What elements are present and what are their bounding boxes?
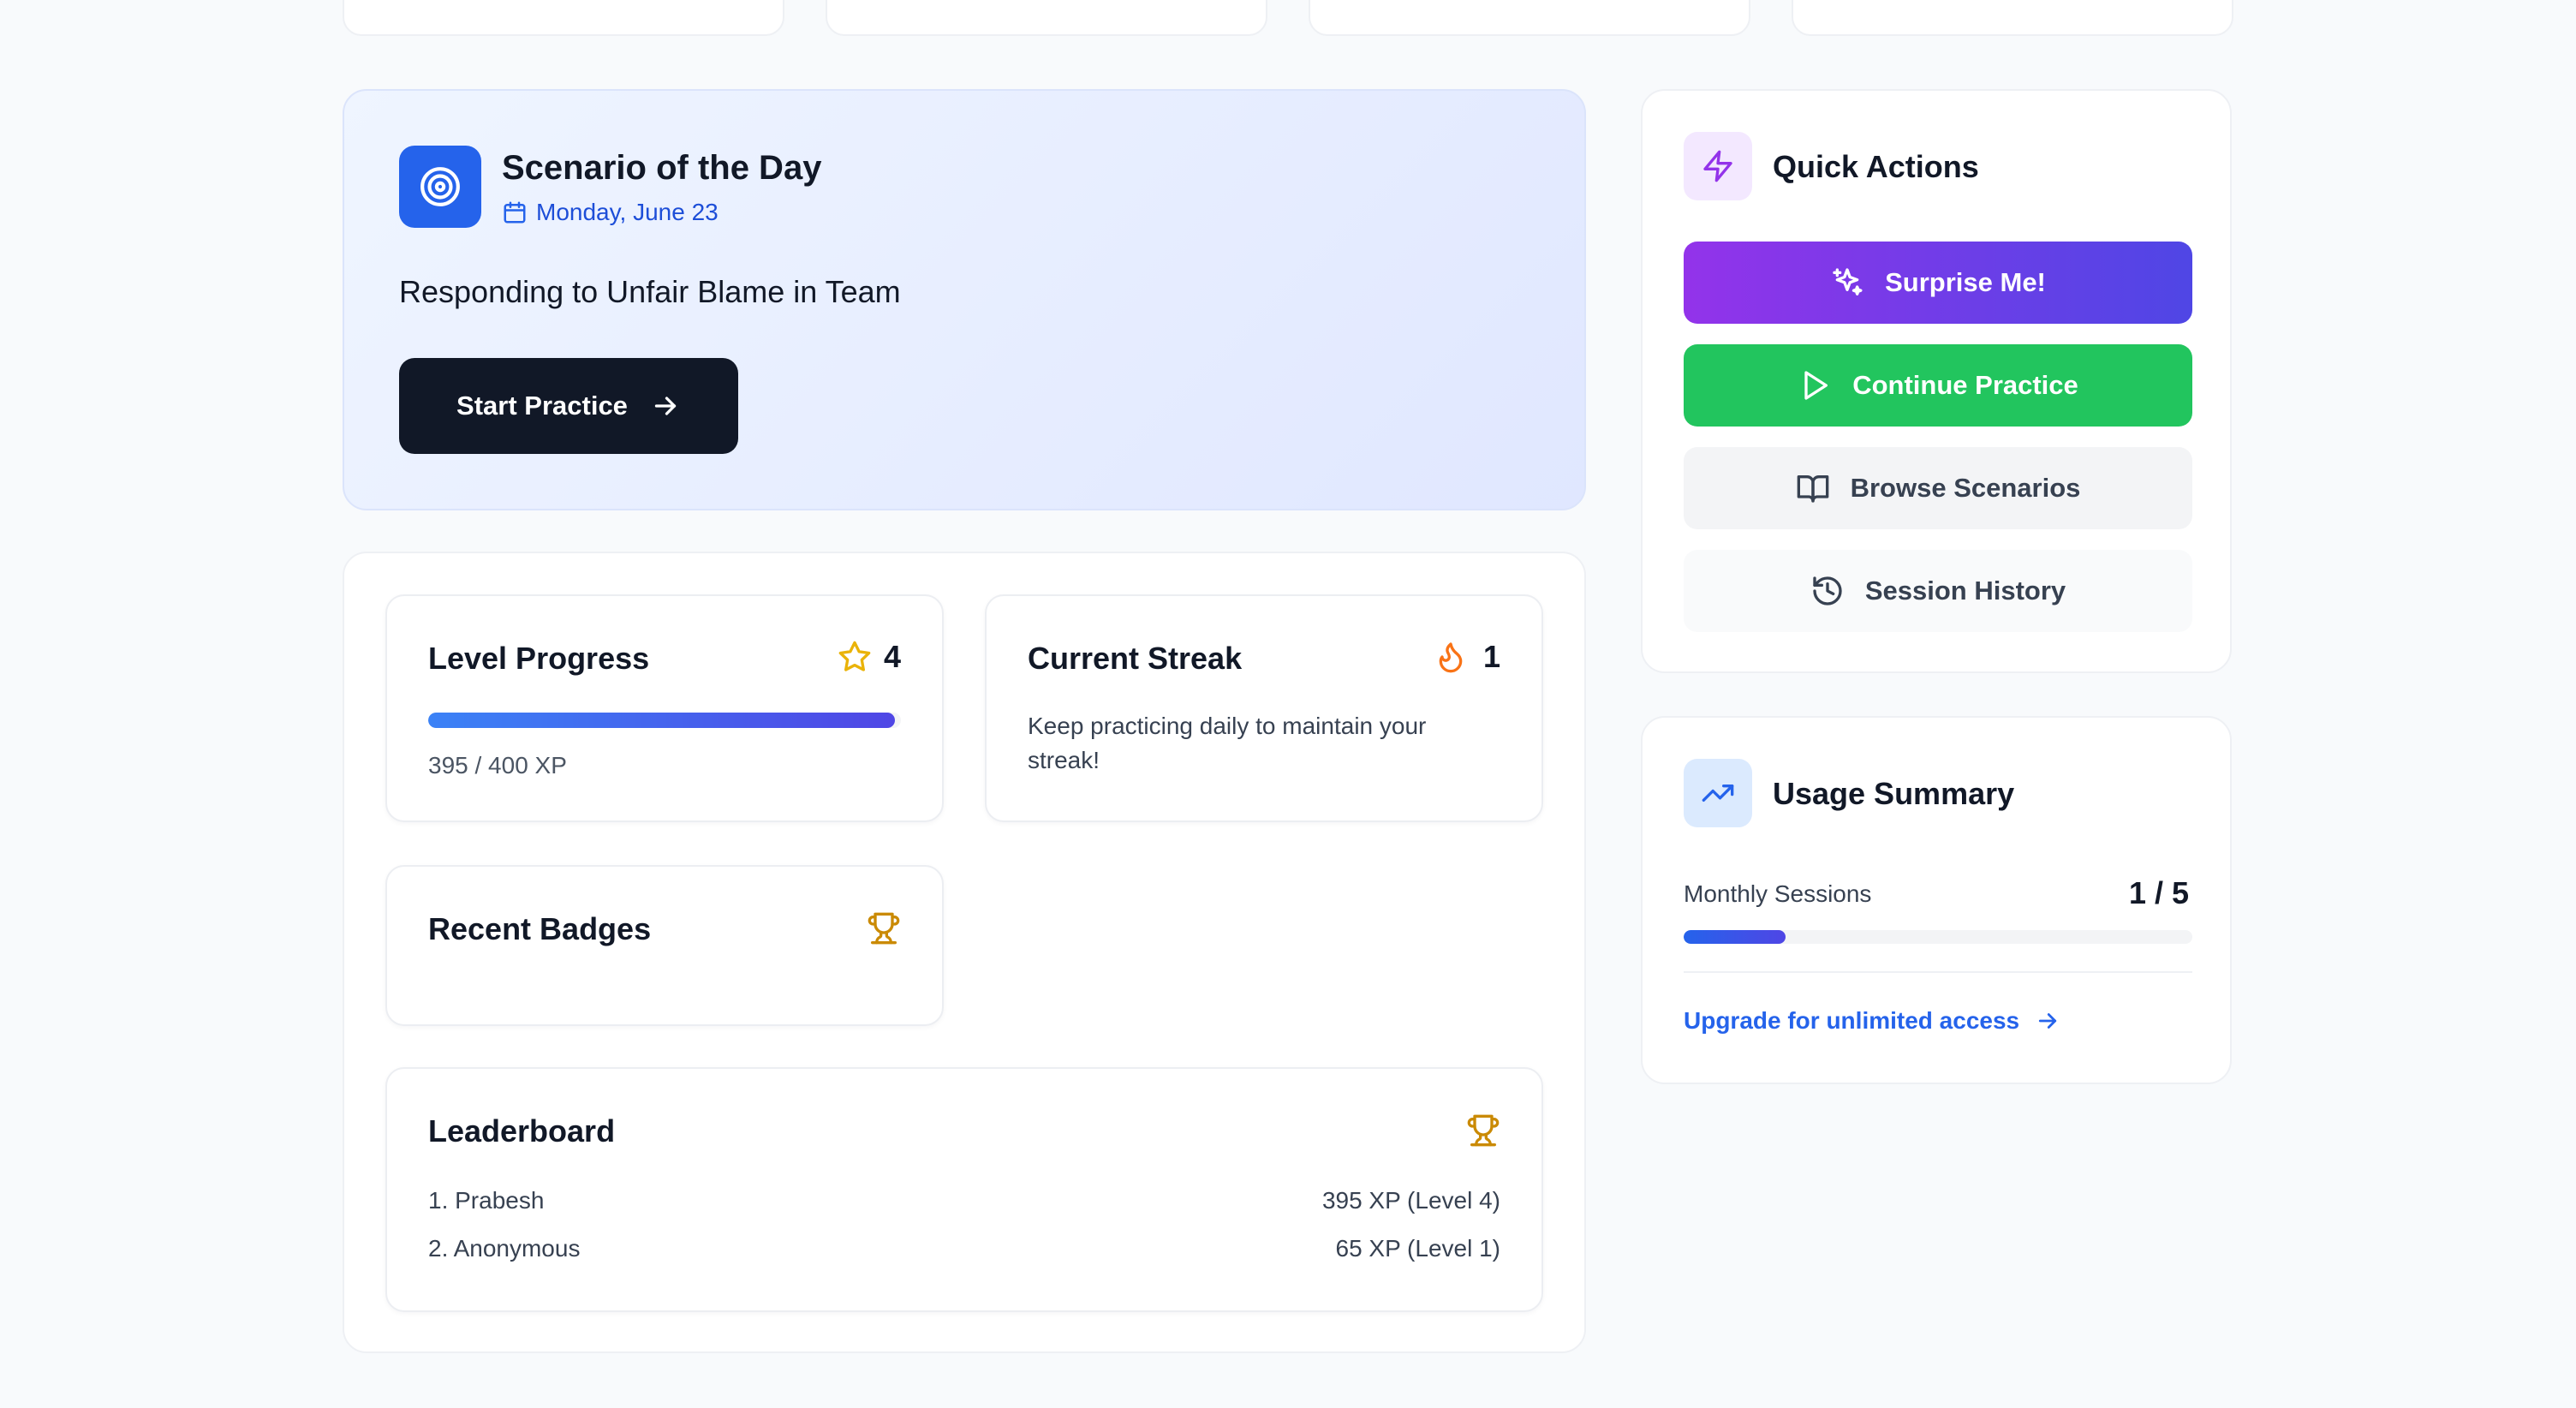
streak-count: 1 bbox=[1482, 639, 1500, 674]
top-card-4 bbox=[1792, 0, 2233, 36]
scenario-date-row: Monday, June 23 bbox=[502, 199, 719, 226]
level-progress-fill bbox=[428, 713, 896, 728]
leaderboard-row-score: 65 XP (Level 1) bbox=[1335, 1235, 1501, 1262]
usage-divider bbox=[1684, 971, 2192, 973]
trending-up-icon bbox=[1701, 776, 1735, 810]
scenario-date: Monday, June 23 bbox=[536, 199, 719, 225]
browse-scenarios-label: Browse Scenarios bbox=[1850, 473, 2081, 503]
recent-badges-card: Recent Badges bbox=[385, 865, 944, 1026]
upgrade-link[interactable]: Upgrade for unlimited access bbox=[1684, 1007, 2060, 1035]
leaderboard-row-name: 1. Prabesh bbox=[428, 1187, 545, 1214]
surprise-me-label: Surprise Me! bbox=[1885, 267, 2046, 297]
usage-summary-title: Usage Summary bbox=[1773, 776, 2015, 811]
leaderboard-title: Leaderboard bbox=[428, 1113, 616, 1148]
level-progress-card: Level Progress 4 395 / 400 XP bbox=[385, 594, 944, 822]
start-practice-label: Start Practice bbox=[456, 391, 628, 421]
play-icon bbox=[1798, 368, 1832, 403]
scenario-name: Responding to Unfair Blame in Team bbox=[399, 274, 901, 309]
current-streak-card: Current Streak 1 Keep practicing daily t… bbox=[985, 594, 1543, 822]
top-card-1 bbox=[343, 0, 784, 36]
top-card-3 bbox=[1309, 0, 1750, 36]
browse-scenarios-button[interactable]: Browse Scenarios bbox=[1684, 447, 2192, 529]
scenario-title: Scenario of the Day bbox=[502, 149, 822, 187]
monthly-sessions-value: 1 / 5 bbox=[2128, 875, 2189, 910]
calendar-icon bbox=[502, 200, 528, 225]
level-xp-text: 395 / 400 XP bbox=[428, 752, 567, 779]
leaderboard-row-score: 395 XP (Level 4) bbox=[1321, 1187, 1500, 1214]
streak-indicator: 1 bbox=[1434, 639, 1500, 675]
recent-badges-title: Recent Badges bbox=[428, 911, 652, 946]
current-streak-title: Current Streak bbox=[1028, 641, 1243, 676]
level-progress-title: Level Progress bbox=[428, 641, 650, 676]
arrow-right-icon bbox=[650, 391, 681, 421]
usage-summary-card: Usage Summary Monthly Sessions 1 / 5 Upg… bbox=[1641, 716, 2232, 1084]
arrow-right-icon bbox=[2035, 1008, 2060, 1034]
trophy-icon bbox=[1466, 1113, 1500, 1148]
sparkles-icon bbox=[1830, 265, 1864, 300]
target-icon bbox=[399, 146, 481, 228]
leaderboard-card: Leaderboard 1. Prabesh 395 XP (Level 4) … bbox=[385, 1067, 1543, 1312]
top-card-2 bbox=[826, 0, 1267, 36]
level-indicator: 4 bbox=[838, 639, 901, 675]
level-progress-track bbox=[428, 713, 901, 728]
monthly-sessions-label: Monthly Sessions bbox=[1684, 880, 1872, 907]
monthly-sessions-track bbox=[1684, 930, 2192, 944]
stats-container: Level Progress 4 395 / 400 XP Current St… bbox=[343, 552, 1586, 1353]
surprise-me-button[interactable]: Surprise Me! bbox=[1684, 242, 2192, 324]
continue-practice-label: Continue Practice bbox=[1852, 370, 2078, 400]
monthly-sessions-fill bbox=[1684, 930, 1786, 944]
history-icon bbox=[1810, 574, 1845, 608]
lightning-icon bbox=[1701, 149, 1735, 183]
start-practice-button[interactable]: Start Practice bbox=[399, 358, 738, 454]
usage-summary-icon-tile bbox=[1684, 759, 1752, 827]
quick-actions-title: Quick Actions bbox=[1773, 149, 1979, 184]
session-history-label: Session History bbox=[1864, 576, 2066, 606]
quick-actions-icon-tile bbox=[1684, 132, 1752, 200]
book-open-icon bbox=[1796, 471, 1830, 505]
quick-actions-card: Quick Actions Surprise Me! Continue Prac… bbox=[1641, 89, 2232, 673]
upgrade-link-label: Upgrade for unlimited access bbox=[1684, 1007, 2020, 1034]
star-icon bbox=[838, 640, 872, 674]
session-history-button[interactable]: Session History bbox=[1684, 550, 2192, 632]
streak-message: Keep practicing daily to maintain your s… bbox=[1028, 713, 1427, 773]
flame-icon bbox=[1434, 640, 1468, 674]
level-number: 4 bbox=[883, 639, 901, 674]
leaderboard-row-name: 2. Anonymous bbox=[428, 1235, 581, 1262]
continue-practice-button[interactable]: Continue Practice bbox=[1684, 344, 2192, 427]
scenario-of-the-day-card: Scenario of the Day Monday, June 23 Resp… bbox=[343, 89, 1586, 510]
trophy-icon bbox=[867, 911, 901, 946]
